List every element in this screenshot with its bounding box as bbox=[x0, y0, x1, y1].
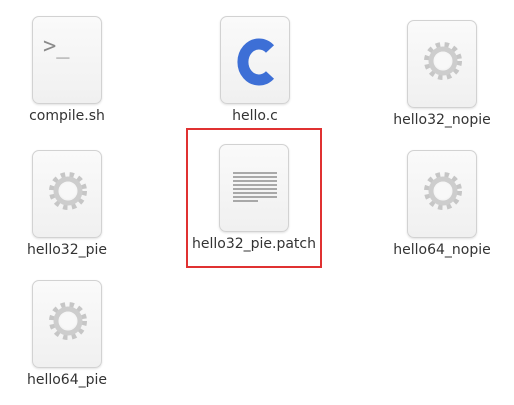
file-label: hello64_nopie bbox=[393, 242, 491, 258]
file-label: hello32_nopie bbox=[393, 112, 491, 128]
file-label: hello32_pie bbox=[26, 242, 108, 258]
svg-text:>_: >_ bbox=[43, 34, 70, 59]
executable-gear-icon bbox=[32, 280, 102, 368]
file-label: hello.c bbox=[232, 108, 278, 124]
executable-gear-icon bbox=[407, 150, 477, 238]
c-source-icon bbox=[220, 16, 290, 104]
file-label: compile.sh bbox=[29, 108, 105, 124]
terminal-script-icon: >_ bbox=[32, 16, 102, 104]
file-label: hello64_pie bbox=[26, 372, 108, 388]
executable-gear-icon bbox=[32, 150, 102, 238]
selection-highlight bbox=[186, 128, 322, 268]
executable-gear-icon bbox=[407, 20, 477, 108]
